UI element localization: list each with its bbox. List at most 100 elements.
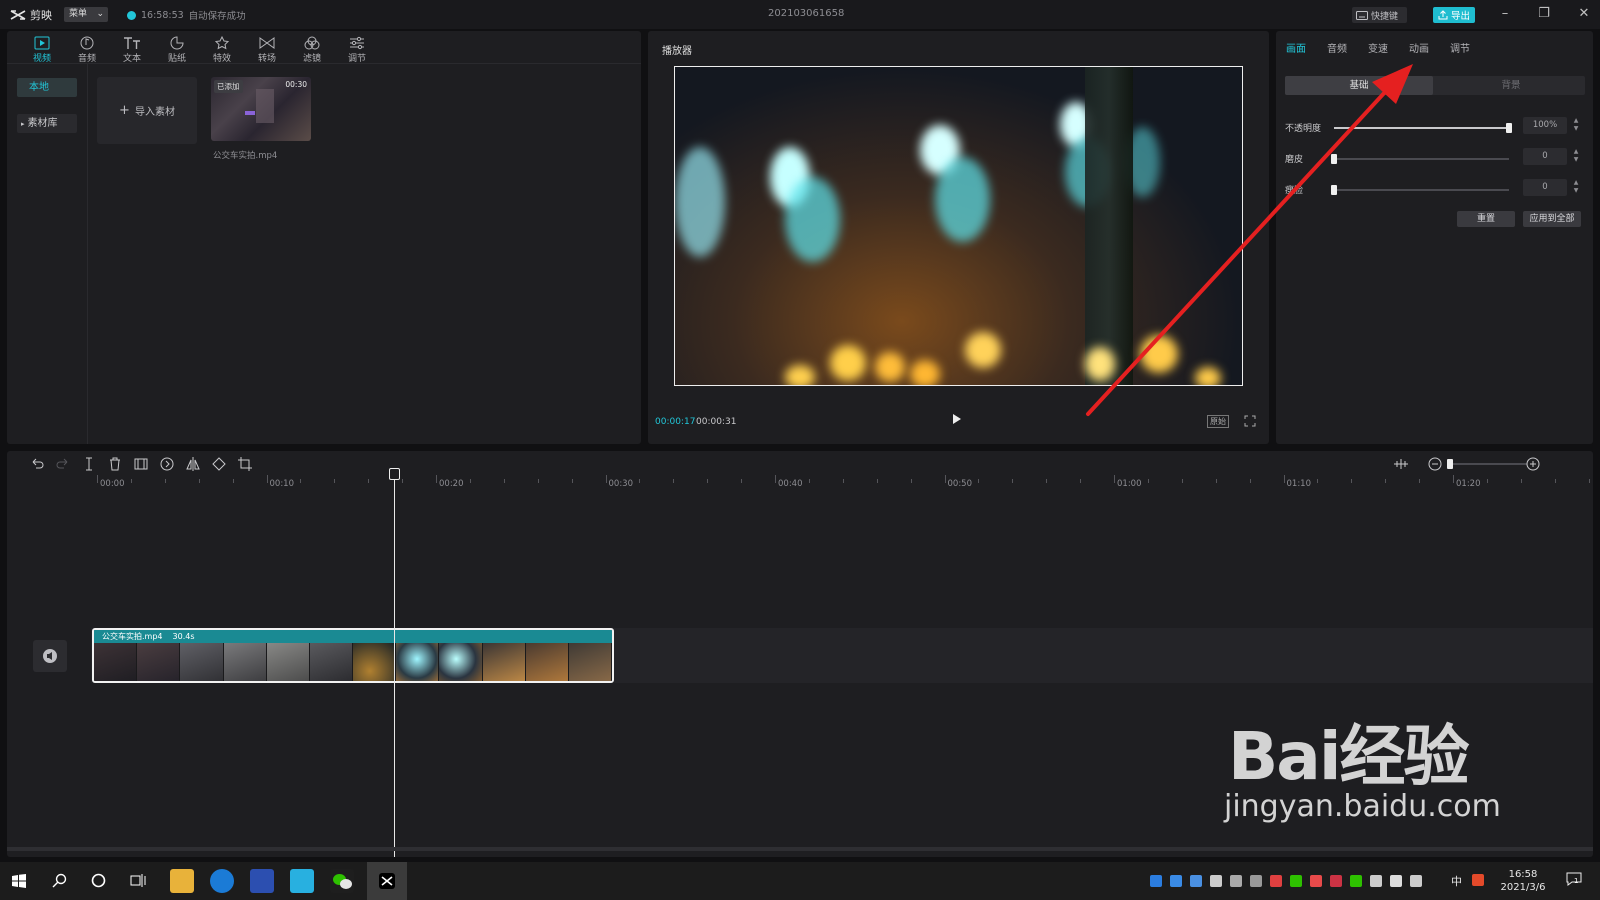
rotate-icon[interactable] [211,456,227,472]
ime-indicator[interactable]: 中 [1451,873,1462,889]
frame-thumb [137,643,181,681]
properties-panel: 画面 音频 变速 动画 调节 基础 背景 不透明度 100% ▲ ▼ 磨皮 0 ▲… [1276,31,1593,444]
ruler-minor-tick [1012,479,1014,483]
freeze-frame-icon[interactable] [133,456,149,472]
fullscreen-icon[interactable] [1244,415,1256,427]
playhead-handle[interactable] [389,468,400,480]
zoom-slider-knob[interactable] [1447,459,1453,469]
slim-face-slider[interactable] [1331,185,1509,195]
windows-start-icon[interactable] [12,874,26,888]
tray-icon[interactable] [1310,875,1322,887]
tray-icon[interactable] [1370,875,1382,887]
app-icon[interactable] [290,869,314,893]
play-icon[interactable] [949,412,963,426]
mirror-icon[interactable] [185,456,201,472]
restore-button[interactable]: ❐ [1534,5,1554,23]
opacity-slider[interactable] [1334,123,1512,133]
search-icon[interactable] [52,873,67,888]
tray-icon[interactable] [1170,875,1182,887]
tray-icon[interactable] [1230,875,1242,887]
zoom-out-icon[interactable] [1427,456,1443,472]
ruler-minor-tick [571,479,573,483]
tray-icon[interactable] [1410,875,1422,887]
tab-speed[interactable]: 变速 [1368,40,1388,55]
ruler-minor-tick [469,479,471,483]
segment-control: 基础 背景 [1285,76,1585,95]
opacity-value[interactable]: 100% [1523,117,1567,134]
task-view-icon[interactable] [130,873,146,888]
reset-button[interactable]: 重置 [1457,211,1515,227]
ruler-minor-tick [1080,479,1082,483]
opacity-stepper[interactable]: ▲ ▼ [1571,117,1581,134]
bokeh-light [965,332,1001,368]
frame-thumb [439,643,483,681]
file-explorer-icon[interactable] [170,869,194,893]
apply-all-button[interactable]: 应用到全部 [1523,211,1581,227]
notification-center-button[interactable]: 1 [1566,872,1584,888]
slider-fill [1334,127,1509,129]
timeline-scrollbar[interactable] [7,847,1593,851]
sogou-ime-icon[interactable] [1472,874,1484,886]
video-clip[interactable]: 公交车实拍.mp4 30.4s [92,628,614,683]
import-media-button[interactable]: + 导入素材 [97,77,197,144]
app-icon[interactable] [250,869,274,893]
playhead[interactable] [394,474,395,857]
redo-icon[interactable] [55,456,71,472]
tray-icon[interactable] [1270,875,1282,887]
delete-icon[interactable] [107,456,123,472]
undo-icon[interactable] [29,456,45,472]
smooth-stepper[interactable]: ▲ ▼ [1571,148,1581,165]
adjust-icon [350,36,364,50]
tray-icon[interactable] [1290,875,1302,887]
shortcut-button[interactable]: 快捷键 [1352,7,1407,23]
notification-count: 1 [1574,877,1579,885]
slim-face-stepper[interactable]: ▲ ▼ [1571,179,1581,196]
tray-icon[interactable] [1330,875,1342,887]
ratio-button[interactable]: 原始 [1207,415,1229,428]
split-icon[interactable] [81,456,97,472]
slider-knob[interactable] [1331,185,1337,195]
wechat-icon[interactable] [330,869,354,893]
export-label: 导出 [1451,11,1471,22]
sidebar-item-local[interactable]: 本地 [17,78,77,97]
edge-browser-icon[interactable] [210,869,234,893]
cortana-icon[interactable] [91,873,106,888]
tray-icon[interactable] [1150,875,1162,887]
sidebar-item-library[interactable]: ▸ 素材库 [17,114,77,133]
media-thumbnail[interactable]: 已添加 00:30 [211,77,311,141]
video-preview[interactable] [674,66,1243,386]
taskbar-clock[interactable]: 16:58 2021/3/6 [1495,868,1551,894]
close-button[interactable]: ✕ [1574,5,1594,23]
ruler-minor-tick [164,479,166,483]
plus-icon: + [119,103,130,118]
tray-icon[interactable] [1190,875,1202,887]
zoom-in-icon[interactable] [1525,456,1541,472]
tray-icon[interactable] [1210,875,1222,887]
tab-picture[interactable]: 画面 [1286,40,1306,55]
ruler-minor-tick [368,479,370,483]
tab-audio-props[interactable]: 音频 [1327,40,1347,55]
ruler-minor-tick [198,479,200,483]
tray-icon[interactable] [1350,875,1362,887]
export-button[interactable]: 导出 [1433,7,1475,23]
tab-adjust-props[interactable]: 调节 [1450,40,1470,55]
crop-icon[interactable] [237,456,253,472]
segment-basic[interactable]: 基础 [1285,76,1433,95]
zoom-slider[interactable] [1447,459,1527,469]
segment-background[interactable]: 背景 [1437,76,1585,95]
tray-icon[interactable] [1390,875,1402,887]
snap-icon[interactable] [1393,456,1409,472]
reverse-icon[interactable] [159,456,175,472]
slider-knob[interactable] [1331,154,1337,164]
tab-animation[interactable]: 动画 [1409,40,1429,55]
ruler-tick [266,475,268,483]
smooth-slider[interactable] [1331,154,1509,164]
minimize-button[interactable]: – [1495,5,1515,23]
tray-icon[interactable] [1250,875,1262,887]
taskbar-active-app[interactable] [367,862,407,900]
menu-button[interactable]: 菜单 ⌄ [64,7,108,22]
track-mute-button[interactable] [33,640,67,672]
smooth-value[interactable]: 0 [1523,148,1567,165]
slim-face-value[interactable]: 0 [1523,179,1567,196]
slider-knob[interactable] [1506,123,1512,133]
